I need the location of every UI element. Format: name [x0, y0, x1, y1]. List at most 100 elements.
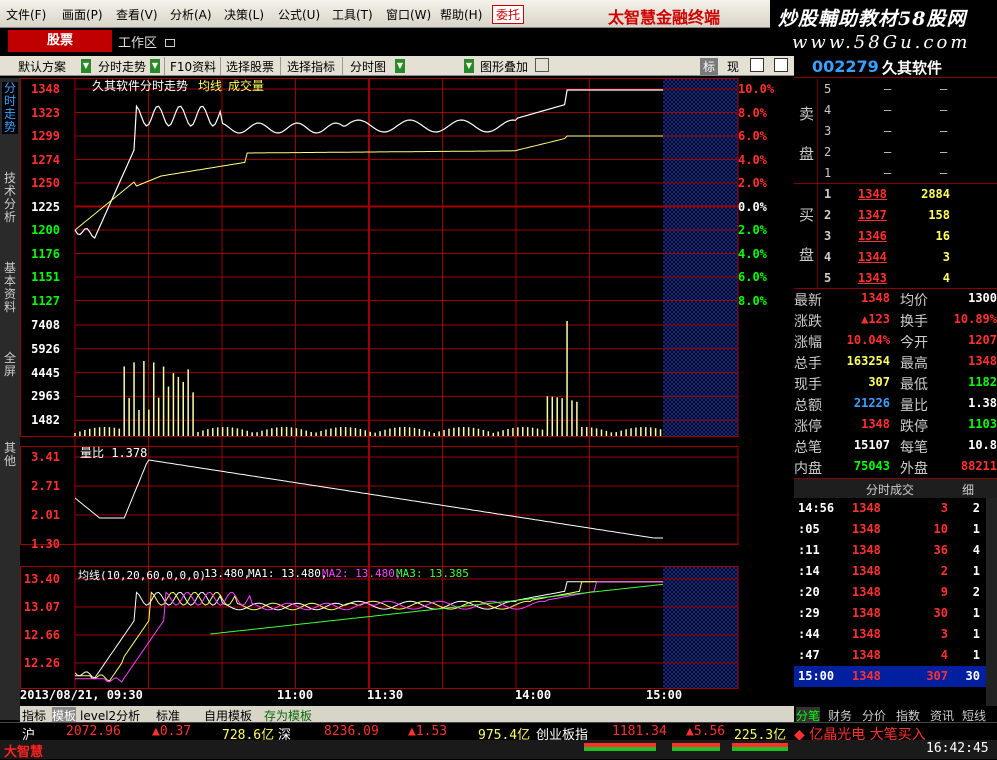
chart-type-button[interactable]: 分时图: [350, 58, 386, 75]
info-value: 75043: [853, 459, 890, 473]
cy-index: 1181.34: [612, 724, 667, 739]
price-labels-tick: 1323: [31, 105, 60, 120]
menu-decision[interactable]: 决策(L): [224, 6, 264, 23]
info-key: 涨幅: [794, 335, 822, 351]
trade-price: 1348: [852, 648, 881, 662]
trade-time: :14: [798, 564, 820, 578]
info-key: 每笔: [900, 440, 928, 456]
trade-count: 1: [972, 627, 980, 641]
now-button[interactable]: 现: [727, 58, 739, 75]
menu-screen[interactable]: 画面(P): [62, 6, 103, 23]
legend-avg: 均线: [198, 79, 223, 93]
ma-value: 13.480,: [204, 567, 251, 580]
trades-scrollbar[interactable]: [986, 498, 997, 706]
pct-labels-tick: 2.0%: [738, 223, 767, 237]
pct-labels-tick: 6.0%: [738, 270, 767, 284]
info-value: 15107: [853, 438, 890, 452]
left-tab-fullscreen[interactable]: 全屏: [2, 352, 18, 378]
select-stock-button[interactable]: 选择股票: [226, 58, 274, 75]
trade-time: :11: [798, 543, 820, 557]
trade-button[interactable]: 委托: [492, 5, 525, 24]
sell-level: 2: [824, 145, 832, 159]
left-tab-fundamental[interactable]: 基本资料: [2, 262, 18, 314]
buy-row: 4 1344 3: [794, 247, 997, 268]
sell-row: 1 – –: [794, 163, 997, 184]
vol-labels-tick: 7408: [31, 318, 60, 332]
ma-title: 均线(10,20,60,0,0,0): [78, 569, 206, 582]
overlay-button[interactable]: 图形叠加: [480, 58, 528, 75]
left-tab-other[interactable]: 其他: [2, 442, 18, 468]
menu-help[interactable]: 帮助(H): [440, 6, 482, 23]
info-row: 涨停 1348 跌停 1103: [794, 415, 997, 436]
buy-price: 1343: [858, 271, 887, 285]
price-labels-tick: 1274: [31, 152, 60, 167]
trade-count: 2: [972, 585, 980, 599]
lock-icon[interactable]: [535, 58, 549, 72]
dropdown-arrow-icon[interactable]: ▼: [464, 59, 474, 73]
menu-formula[interactable]: 公式(U): [278, 6, 320, 23]
menu-tools[interactable]: 工具(T): [332, 6, 373, 23]
trade-price: 1348: [852, 522, 881, 536]
left-tabs: 分时走势 技术分析 基本资料 全屏 其他: [0, 78, 20, 720]
dropdown-arrow-icon[interactable]: ▼: [81, 59, 91, 73]
index-ticker: 沪 2072.96 ▲0.37 728.6亿 深 8236.09 ▲1.53 9…: [0, 722, 997, 743]
dropdown-arrow-icon[interactable]: ▼: [395, 59, 405, 73]
trades-detail-button[interactable]: 细: [962, 481, 974, 498]
sell-price: –: [884, 145, 892, 159]
buy-price: 1346: [858, 229, 887, 243]
info-value: 21226: [853, 396, 890, 410]
trade-row: :14 1348 2 1: [794, 561, 986, 582]
menu-window[interactable]: 窗口(W): [386, 6, 431, 23]
info-value: 1207: [968, 333, 997, 347]
buy-row: 2 1347 158: [794, 205, 997, 226]
sell-row: 4 – –: [794, 100, 997, 121]
info-key: 最新: [794, 293, 822, 309]
info-row: 内盘 75043 外盘 88211: [794, 457, 997, 478]
trade-time: :29: [798, 606, 820, 620]
quote-tabs: 分笔 财务 分价 指数 资讯 短线: [794, 706, 997, 724]
ma-labels-tick: 12.66: [23, 628, 60, 642]
ratio-labels-tick: 1.30: [31, 537, 60, 551]
trade-volume: 10: [933, 522, 948, 536]
stock-name: 久其软件: [882, 59, 943, 77]
left-tab-intraday[interactable]: 分时走势: [2, 82, 18, 134]
ma3-value: MA3: 13.385: [396, 567, 469, 580]
trade-count: 1: [972, 522, 980, 536]
menu-analysis[interactable]: 分析(A): [170, 6, 212, 23]
scheme-select[interactable]: 默认方案: [18, 58, 66, 75]
window-icon[interactable]: [750, 58, 764, 72]
info-row: 总手 163254 最高 1348: [794, 352, 997, 373]
intraday-chart[interactable]: 久其软件分时走势 均线 成交量 1348 1323 1299 1274 1250 1225…: [20, 78, 792, 706]
dropdown-arrow-icon[interactable]: ▼: [150, 59, 160, 73]
pct-labels-tick: 6.0%: [738, 129, 767, 143]
chart-canvas: [20, 78, 739, 689]
menu-view[interactable]: 查看(V): [116, 6, 158, 23]
trade-time: :20: [798, 585, 820, 599]
trade-price: 1348: [852, 543, 881, 557]
trade-time: :05: [798, 522, 820, 536]
tab-workspace[interactable]: 工作区: [118, 32, 176, 51]
trade-row: :29 1348 30 1: [794, 603, 986, 624]
f10-button[interactable]: F10资料: [170, 58, 216, 75]
left-tab-technical[interactable]: 技术分析: [2, 172, 18, 224]
status-logo[interactable]: 大智慧: [4, 741, 43, 760]
info-key: 外盘: [900, 461, 928, 477]
sell-level: 1: [824, 166, 832, 180]
tab-stock[interactable]: 股票: [8, 30, 112, 52]
play-icon[interactable]: [774, 58, 788, 72]
price-labels-tick: 1250: [31, 176, 60, 190]
ratio-title: 量比 1.378: [80, 446, 148, 460]
closed-zone: [663, 566, 738, 688]
mark-button[interactable]: 标: [700, 58, 719, 75]
ma3-line: [210, 583, 664, 635]
sell-row: 5 – –: [794, 79, 997, 100]
trade-row: :05 1348 10 1: [794, 519, 986, 540]
menu-file[interactable]: 文件(F): [6, 6, 46, 23]
trade-count: 1: [972, 564, 980, 578]
price-labels-tick: 1299: [31, 129, 60, 143]
pct-labels-tick: 0.0%: [738, 199, 767, 214]
select-indicator-button[interactable]: 选择指标: [287, 58, 335, 75]
intraday-button[interactable]: 分时走势: [98, 58, 146, 75]
info-value: 1182: [968, 375, 997, 389]
ma-labels-tick: 12.26: [23, 656, 60, 670]
